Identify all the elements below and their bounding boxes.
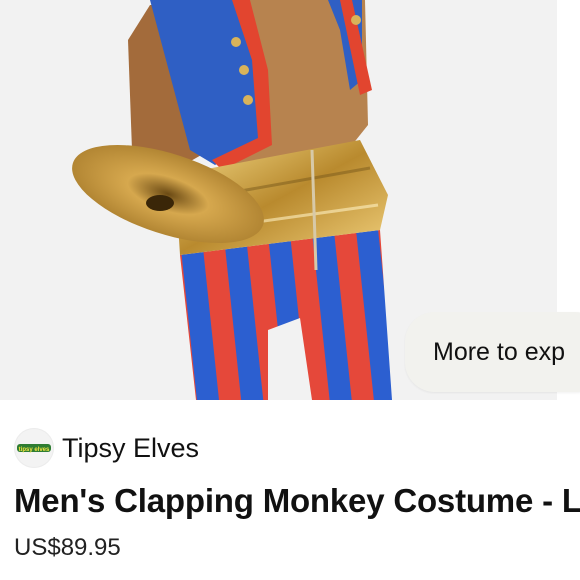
more-button-label: More to exp — [433, 337, 566, 366]
product-title[interactable]: Men's Clapping Monkey Costume - L — [14, 482, 580, 520]
seller-name[interactable]: Tipsy Elves — [62, 433, 199, 464]
seller-logo-mark: tipsy elves — [17, 444, 51, 453]
product-price: US$89.95 — [14, 534, 121, 561]
seller-logo[interactable]: tipsy elves — [14, 428, 54, 468]
svg-text:tipsy elves: tipsy elves — [19, 447, 50, 453]
seller-row[interactable]: tipsy elves Tipsy Elves — [14, 427, 199, 469]
more-to-explore-button[interactable]: More to exp — [405, 312, 580, 392]
